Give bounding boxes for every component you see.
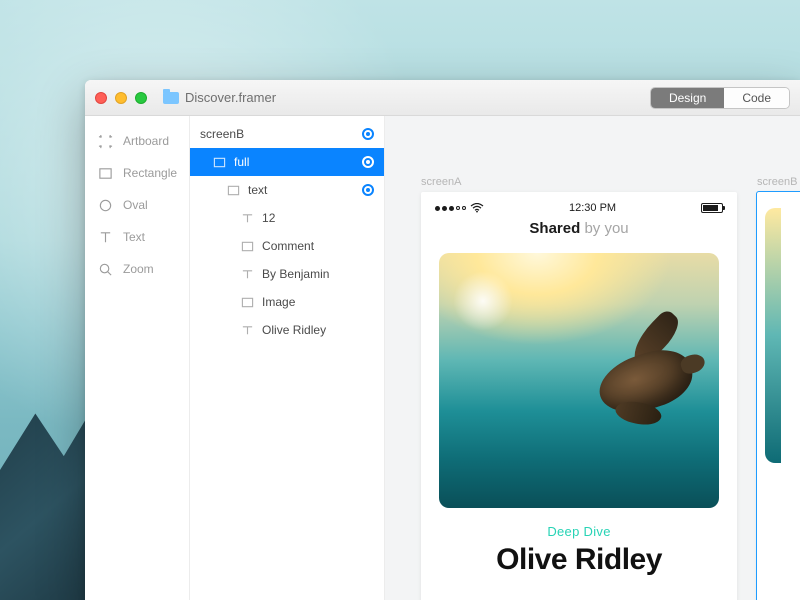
sun-flare bbox=[453, 271, 513, 331]
document-title: Discover.framer bbox=[163, 90, 276, 105]
rect-icon bbox=[240, 239, 254, 253]
signal-dots-icon bbox=[435, 206, 466, 211]
layer-by-benjamin[interactable]: By Benjamin bbox=[190, 260, 384, 288]
shared-bold: Shared bbox=[529, 220, 580, 237]
artboard-label-b[interactable]: screenB bbox=[757, 176, 797, 188]
feature-image bbox=[439, 253, 719, 508]
close-button[interactable] bbox=[95, 92, 107, 104]
tool-artboard[interactable]: Artboard bbox=[85, 126, 189, 156]
minimize-button[interactable] bbox=[115, 92, 127, 104]
rect-icon bbox=[212, 155, 226, 169]
layer-label: screenB bbox=[200, 127, 244, 141]
wifi-icon bbox=[470, 203, 484, 213]
text-icon bbox=[240, 211, 254, 225]
battery-icon bbox=[701, 203, 723, 213]
search-icon bbox=[97, 261, 113, 277]
window-controls bbox=[95, 92, 147, 104]
card-title: Olive Ridley bbox=[421, 543, 737, 577]
artboard-screenA[interactable]: 12:30 PM Shared by you Deep Dive Olive R… bbox=[421, 192, 737, 600]
tool-palette: Artboard Rectangle Oval Text bbox=[85, 116, 190, 600]
shared-light: by you bbox=[580, 220, 628, 237]
category-label: Deep Dive bbox=[421, 524, 737, 539]
layer-text[interactable]: text bbox=[190, 176, 384, 204]
layer-label: 12 bbox=[262, 211, 275, 225]
window-body: Artboard Rectangle Oval Text bbox=[85, 116, 800, 600]
tool-label: Rectangle bbox=[123, 166, 177, 180]
rectangle-icon bbox=[97, 165, 113, 181]
layer-olive-ridley[interactable]: Olive Ridley bbox=[190, 316, 384, 344]
layer-label: By Benjamin bbox=[262, 267, 329, 281]
tool-zoom[interactable]: Zoom bbox=[85, 254, 189, 284]
layer-label: Olive Ridley bbox=[262, 323, 326, 337]
target-icon[interactable] bbox=[362, 156, 374, 168]
layer-label: Comment bbox=[262, 239, 314, 253]
layer-panel: screenB full text 12 bbox=[190, 116, 385, 600]
tool-oval[interactable]: Oval bbox=[85, 190, 189, 220]
text-icon bbox=[97, 229, 113, 245]
layer-12[interactable]: 12 bbox=[190, 204, 384, 232]
layer-full[interactable]: full bbox=[190, 148, 384, 176]
titlebar: Discover.framer Design Code bbox=[85, 80, 800, 116]
app-window: Discover.framer Design Code Artboard Rec… bbox=[85, 80, 800, 600]
tool-rectangle[interactable]: Rectangle bbox=[85, 158, 189, 188]
layer-label: full bbox=[234, 155, 249, 169]
status-time: 12:30 PM bbox=[569, 202, 616, 214]
layer-label: text bbox=[248, 183, 267, 197]
target-icon[interactable] bbox=[362, 128, 374, 140]
tool-label: Artboard bbox=[123, 134, 169, 148]
mode-segmented-control[interactable]: Design Code bbox=[650, 87, 790, 109]
text-icon bbox=[240, 323, 254, 337]
folder-icon bbox=[163, 92, 179, 104]
tool-text[interactable]: Text bbox=[85, 222, 189, 252]
artboard-icon bbox=[97, 133, 113, 149]
rect-icon bbox=[240, 295, 254, 309]
feature-image-peek bbox=[765, 208, 781, 463]
layer-screenB[interactable]: screenB bbox=[190, 120, 384, 148]
layer-comment[interactable]: Comment bbox=[190, 232, 384, 260]
oval-icon bbox=[97, 197, 113, 213]
tool-label: Text bbox=[123, 230, 145, 244]
artboard-label-a[interactable]: screenA bbox=[421, 176, 461, 188]
canvas[interactable]: screenA 12:30 PM Shared by you bbox=[385, 116, 800, 600]
code-tab[interactable]: Code bbox=[724, 88, 789, 108]
design-tab[interactable]: Design bbox=[651, 88, 724, 108]
status-bar: 12:30 PM bbox=[421, 192, 737, 218]
tool-label: Zoom bbox=[123, 262, 154, 276]
layer-label: Image bbox=[262, 295, 295, 309]
artboard-screenB[interactable] bbox=[757, 192, 800, 600]
turtle-graphic bbox=[545, 302, 719, 469]
rect-icon bbox=[226, 183, 240, 197]
document-name: Discover.framer bbox=[185, 90, 276, 105]
shared-heading: Shared by you bbox=[421, 220, 737, 237]
text-icon bbox=[240, 267, 254, 281]
layer-image[interactable]: Image bbox=[190, 288, 384, 316]
tool-label: Oval bbox=[123, 198, 148, 212]
zoom-button[interactable] bbox=[135, 92, 147, 104]
target-icon[interactable] bbox=[362, 184, 374, 196]
